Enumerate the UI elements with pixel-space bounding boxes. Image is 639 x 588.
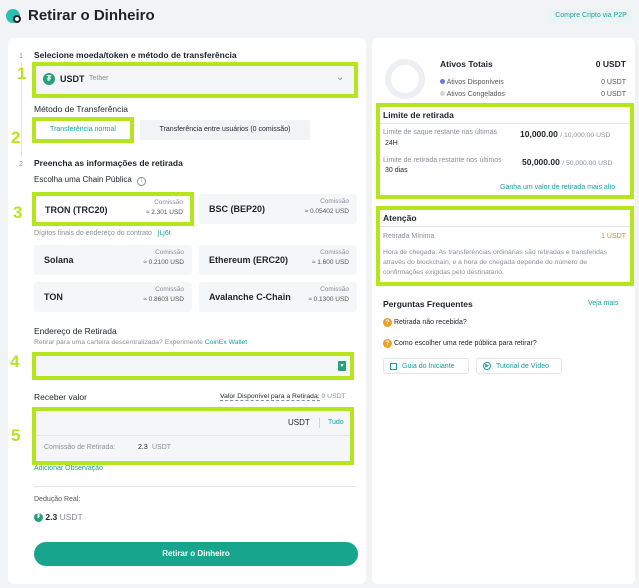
chain-name: Solana	[44, 255, 74, 265]
chain-name: Avalanche C-Chain	[209, 292, 291, 302]
section-2-number: 2	[19, 161, 23, 168]
beginner-guide-button[interactable]: Guia do Iniciante	[383, 358, 469, 374]
available-value: 0 USDT	[321, 393, 346, 400]
transfer-method-label: Método de Transferência	[34, 104, 129, 114]
video-tutorial-button[interactable]: ▶ Tutorial de Vídeo	[476, 358, 562, 374]
assets-available-row: Ativos Disponíveis 0 USDT	[440, 79, 626, 86]
section-2-title: Preencha as informações de retirada	[34, 158, 183, 168]
app-logo-icon	[6, 9, 21, 23]
assets-donut	[385, 59, 425, 99]
chain-fee-label: Comissão	[320, 198, 349, 205]
step-label-5: 5	[11, 426, 21, 445]
chain-name: Ethereum (ERC20)	[209, 255, 289, 265]
coinex-wallet-link[interactable]: CoinEx Wallet	[205, 339, 247, 346]
add-note-link[interactable]: Adicionar Observação	[34, 465, 103, 472]
chain-option-ethereum[interactable]: Ethereum (ERC20) Comissão ≈ 1.600 USD	[199, 245, 357, 275]
section-1-number: 1	[19, 53, 23, 60]
method-internal-label: Transferência entre usuários (0 comissão…	[159, 126, 291, 133]
section-separator	[34, 486, 356, 487]
highlight-box-5	[32, 407, 354, 465]
step-label-3: 3	[13, 203, 23, 222]
page-title: Retirar o Dinheiro	[28, 7, 155, 24]
chain-name: BSC (BEP20)	[209, 204, 266, 214]
address-hint: Retirar para uma carteira descentralizad…	[34, 339, 248, 346]
submit-withdraw-button[interactable]: Retirar o Dinheiro	[34, 542, 358, 566]
chain-option-ton[interactable]: TON Comissão ≈ 0.8603 USD	[34, 282, 192, 312]
chain-fee-value: ≈ 1.600 USD	[311, 259, 349, 266]
chain-fee-label: Comissão	[155, 286, 184, 293]
chain-option-solana[interactable]: Solana Comissão ≈ 0.2100 USD	[34, 245, 192, 275]
question-icon: ?	[383, 318, 392, 327]
assets-frozen-row: Ativos Congelados 0 USDT	[440, 91, 626, 98]
available-amount: Valor Disponível para a Retirada: 0 USDT	[220, 393, 346, 401]
chain-fee-value: ≈ 0.1300 USD	[308, 296, 349, 303]
step-label-1: 1	[17, 64, 27, 83]
receive-amount-label: Receber valor	[34, 392, 87, 402]
address-label: Endereço de Retirada	[34, 326, 117, 336]
chain-name: TON	[44, 292, 63, 302]
highlight-box-4	[32, 352, 354, 380]
highlight-box-2	[32, 117, 134, 143]
chain-fee-value: ≈ 0.2100 USD	[143, 259, 184, 266]
highlight-box-1	[32, 62, 358, 98]
step-label-4: 4	[10, 352, 20, 371]
contract-digits-value[interactable]: jLj6t	[158, 230, 171, 237]
deduction-label: Dedução Real:	[34, 496, 81, 503]
faq-title: Perguntas Frequentes	[383, 299, 473, 309]
play-icon: ▶	[483, 362, 491, 370]
chain-label: Escolha uma Chain Pública !	[34, 175, 147, 186]
chain-fee-label: Comissão	[155, 249, 184, 256]
faq-item-2[interactable]: ? Como escolher uma rede pública para re…	[383, 339, 537, 348]
section-1-title: Selecione moeda/token e método de transf…	[34, 50, 237, 60]
contract-digits-hint: Dígitos finais do endereço do contrato j…	[34, 230, 171, 237]
method-internal-tab[interactable]: Transferência entre usuários (0 comissão…	[140, 120, 310, 140]
tether-icon: ₮	[34, 513, 43, 523]
frozen-dot	[440, 91, 445, 96]
question-icon: ?	[383, 339, 392, 348]
book-icon	[390, 362, 397, 370]
deduction-amount: ₮ 2.3 USDT	[34, 512, 83, 523]
faq-more-link[interactable]: Veja mais	[588, 300, 618, 307]
info-icon[interactable]: !	[137, 177, 147, 186]
chain-fee-value: ≈ 0.8603 USD	[143, 296, 184, 303]
p2p-link[interactable]: Compre Cripto via P2P	[550, 9, 632, 23]
available-dot	[440, 79, 445, 84]
chain-fee-value: ≈ 0.05402 USD	[304, 208, 349, 215]
highlight-box-limits	[376, 103, 634, 199]
step-label-2: 2	[11, 128, 21, 147]
assets-title: Ativos Totais	[440, 59, 493, 69]
chain-option-bsc[interactable]: BSC (BEP20) Comissão ≈ 0.05402 USD	[199, 194, 357, 224]
highlight-box-attention	[376, 206, 634, 286]
chain-fee-label: Comissão	[320, 286, 349, 293]
chain-option-avalanche[interactable]: Avalanche C-Chain Comissão ≈ 0.1300 USD	[199, 282, 357, 312]
assets-total: 0 USDT	[595, 59, 626, 69]
faq-item-1[interactable]: ? Retirada não recebida?	[383, 318, 467, 327]
highlight-box-3	[32, 192, 194, 226]
chain-fee-label: Comissão	[320, 249, 349, 256]
